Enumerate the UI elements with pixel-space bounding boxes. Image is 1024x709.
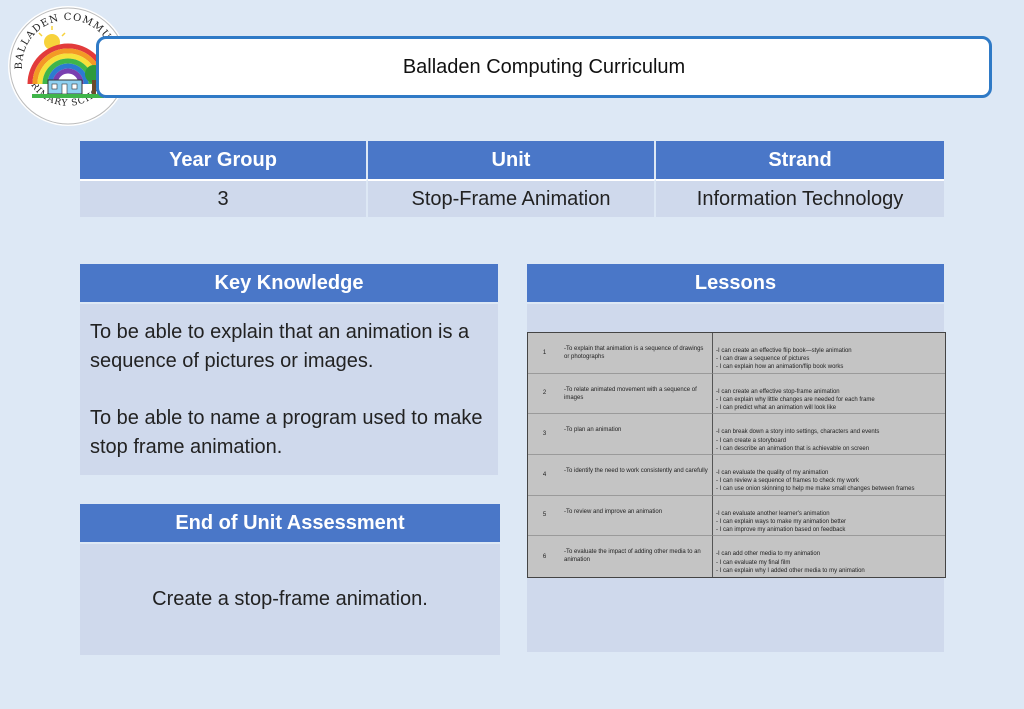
strand-header: Strand (656, 141, 944, 179)
lesson-outcomes: -I can evaluate another learner's animat… (713, 496, 945, 537)
lesson-outcome: -I can evaluate the quality of my animat… (716, 470, 829, 476)
lesson-outcome: -I can create an effective flip book—sty… (716, 348, 852, 354)
lesson-outcome: -I can break down a story into settings,… (716, 429, 880, 436)
lesson-number: 4 (528, 455, 561, 496)
lesson-outcomes: -I can add other media to my animation -… (713, 536, 945, 577)
lesson-outcome: - I can explain ways to make my animatio… (716, 518, 847, 525)
assessment-title: End of Unit Assessment (175, 511, 405, 534)
year-group-value: 3 (80, 179, 368, 217)
lesson-outcomes: -I can create an effective flip book—sty… (713, 333, 945, 374)
lesson-outcomes: -I can create an effective stop-frame an… (713, 374, 945, 415)
lesson-objective: -To identify the need to work consistent… (561, 455, 713, 496)
lesson-outcome: - I can review a sequence of frames to c… (716, 478, 860, 485)
lesson-outcomes: -I can evaluate the quality of my animat… (713, 455, 945, 496)
strand-value: Information Technology (656, 179, 944, 217)
key-knowledge-point: To be able to explain that an animation … (90, 321, 470, 372)
lesson-outcome: - I can draw a sequence of pictures (716, 356, 810, 363)
lesson-objective: -To plan an animation (561, 414, 713, 455)
lesson-outcome: -I can create an effective stop-frame an… (716, 388, 840, 395)
lessons-title: Lessons (694, 271, 777, 294)
lesson-outcome: - I can explain why I added other media … (716, 567, 865, 574)
lesson-outcome: -I can add other media to my animation (716, 551, 821, 558)
assessment-header: End of Unit Assessment (80, 504, 500, 542)
lesson-outcome: -I can evaluate another learner's animat… (716, 510, 830, 517)
unit-info-table: Year Group Unit Strand 3 Stop-Frame Anim… (80, 141, 944, 217)
lesson-outcome: - I can use onion skinning to help me ma… (716, 486, 915, 493)
lesson-outcome: - I can describe an animation that is ac… (716, 445, 870, 452)
year-group-header: Year Group (80, 141, 368, 179)
lessons-header: Lessons (527, 264, 944, 302)
lesson-objective: -To evaluate the impact of adding other … (561, 536, 713, 577)
assessment-text: Create a stop-frame animation. (152, 588, 428, 610)
key-knowledge-header: Key Knowledge (80, 264, 498, 302)
lesson-outcome: - I can explain why little changes are n… (716, 396, 875, 403)
key-knowledge-body: To be able to explain that an animation … (80, 304, 498, 475)
lesson-number: 5 (528, 496, 561, 537)
lesson-number: 2 (528, 374, 561, 415)
lesson-outcome: - I can predict what an animation will l… (716, 405, 837, 412)
page-title: Balladen Computing Curriculum (402, 55, 686, 78)
unit-value: Stop-Frame Animation (368, 179, 656, 217)
lesson-number: 6 (542, 553, 547, 560)
lesson-outcome: - I can improve my animation based on fe… (716, 527, 846, 534)
lesson-outcomes: -I can break down a story into settings,… (713, 414, 945, 455)
lesson-outcome: - I can explain how an animation/flip bo… (716, 364, 844, 371)
curriculum-title-bar: Balladen Computing Curriculum (96, 36, 992, 98)
lesson-objective: -To relate animated movement with a sequ… (561, 373, 713, 415)
lesson-outcome: - I can evaluate my final film (716, 559, 791, 566)
lesson-outcome: - I can create a storyboard (716, 437, 787, 444)
lesson-number: 3 (528, 414, 561, 455)
unit-header: Unit (368, 141, 656, 179)
lesson-objective: -To review and improve an animation (561, 495, 713, 537)
key-knowledge-title: Key Knowledge (214, 271, 364, 294)
lesson-objective: -To explain that animation is a sequence… (561, 333, 713, 374)
lessons-table: 1 -To explain that animation is a sequen… (527, 332, 946, 578)
assessment-body: Create a stop-frame animation. (80, 544, 500, 655)
lesson-number: 1 (528, 333, 561, 374)
key-knowledge-point: To be able to name a program used to mak… (90, 407, 483, 458)
